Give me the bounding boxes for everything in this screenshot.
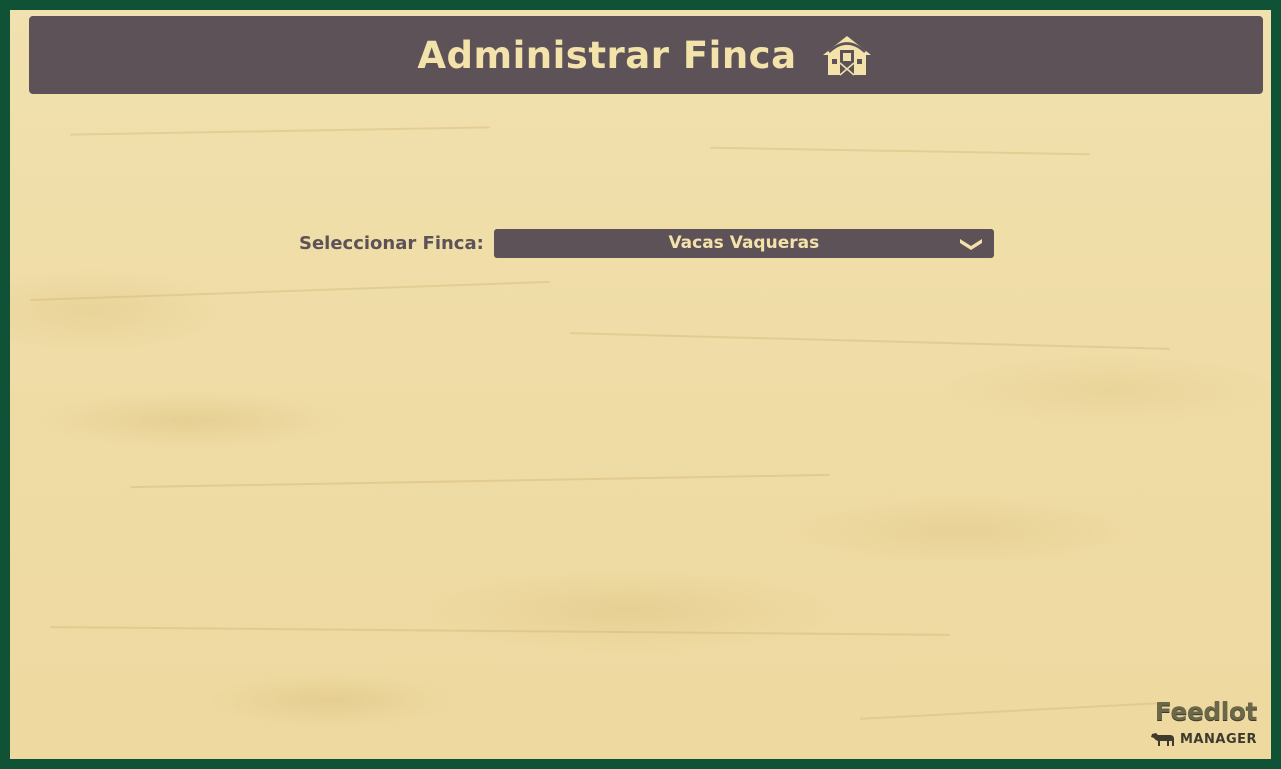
farm-selector-row: Seleccionar Finca: Vacas Vaqueras (299, 229, 994, 258)
chevron-down-icon[interactable] (958, 235, 984, 251)
cow-icon (1151, 733, 1174, 746)
app-frame: Administrar Finca Seleccionar Finca: Vac… (0, 0, 1281, 769)
page-title: Administrar Finca (417, 33, 797, 77)
farm-selector-label: Seleccionar Finca: (299, 233, 484, 254)
farm-select-dropdown[interactable]: Vacas Vaqueras (493, 229, 994, 258)
barn-icon (822, 36, 871, 76)
feedlot-manager-logo: Feedlot MANAGER (1145, 697, 1258, 747)
parchment-background (10, 10, 1271, 759)
logo-subline: MANAGER (1150, 731, 1257, 747)
logo-wordmark: Feedlot (1154, 697, 1258, 726)
logo-manager-text: MANAGER (1180, 731, 1257, 747)
farm-select-value: Vacas Vaqueras (668, 233, 820, 253)
page-header: Administrar Finca (29, 16, 1263, 94)
